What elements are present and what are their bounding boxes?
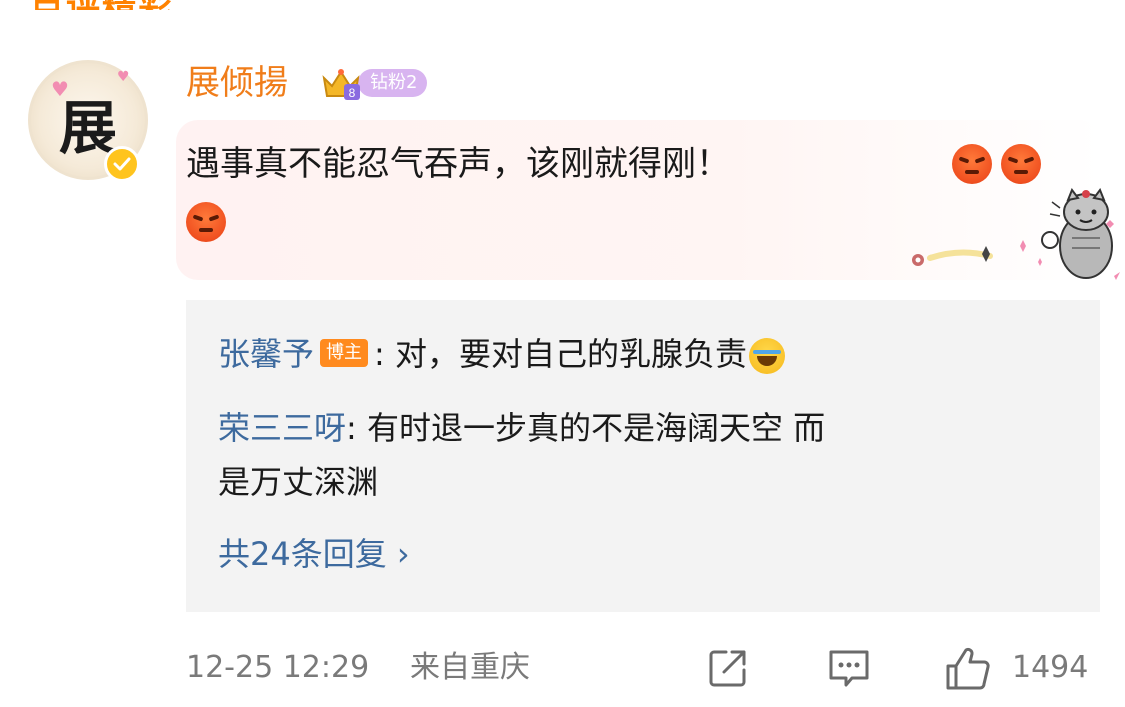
comment-text: 遇事真不能忍气吞声，该刚就得刚！	[186, 144, 730, 184]
top-partial-text: 点评精彩	[30, 0, 174, 10]
comment-icon[interactable]	[826, 646, 872, 694]
comment-author[interactable]: 展倾揚	[186, 60, 288, 106]
blogger-tag: 博主	[320, 339, 369, 367]
view-all-replies-link[interactable]: 共24条回复 ›	[218, 530, 410, 578]
verified-badge-icon	[104, 146, 140, 182]
like-thumb-icon[interactable]	[944, 646, 992, 696]
angry-emoji-icon	[1001, 144, 1042, 184]
svg-text:8: 8	[349, 86, 356, 100]
share-icon[interactable]	[706, 646, 750, 694]
crown-icon: 8	[318, 64, 364, 102]
laugh-cry-emoji-icon	[748, 338, 785, 374]
reply-text: : 对，要对自己的乳腺负责	[374, 335, 747, 373]
like-count: 1494	[1012, 650, 1089, 685]
reply-item[interactable]: 张馨予 博主: 对，要对自己的乳腺负责	[218, 330, 785, 378]
fan-badge-label: 钻粉2	[358, 69, 428, 97]
fan-level-badge[interactable]: 8 钻粉2	[318, 64, 428, 102]
comment-date: 12-25 12:29	[186, 650, 370, 685]
reply-author[interactable]: 荣三三呀	[218, 409, 346, 447]
reply-text-continuation: 是万丈深渊	[218, 463, 379, 501]
reply-author[interactable]: 张馨予	[218, 335, 314, 373]
angry-emoji-icon	[952, 144, 992, 184]
emoji-group	[948, 144, 1042, 184]
angry-emoji-icon	[186, 202, 226, 242]
reply-text: : 有时退一步真的不是海阔天空 而	[346, 409, 826, 447]
reply-item[interactable]: 荣三三呀: 有时退一步真的不是海阔天空 而	[218, 404, 825, 452]
emoji-group	[186, 202, 226, 242]
comment-location: 来自重庆	[410, 650, 530, 685]
cat-sticker-icon	[912, 188, 1120, 280]
